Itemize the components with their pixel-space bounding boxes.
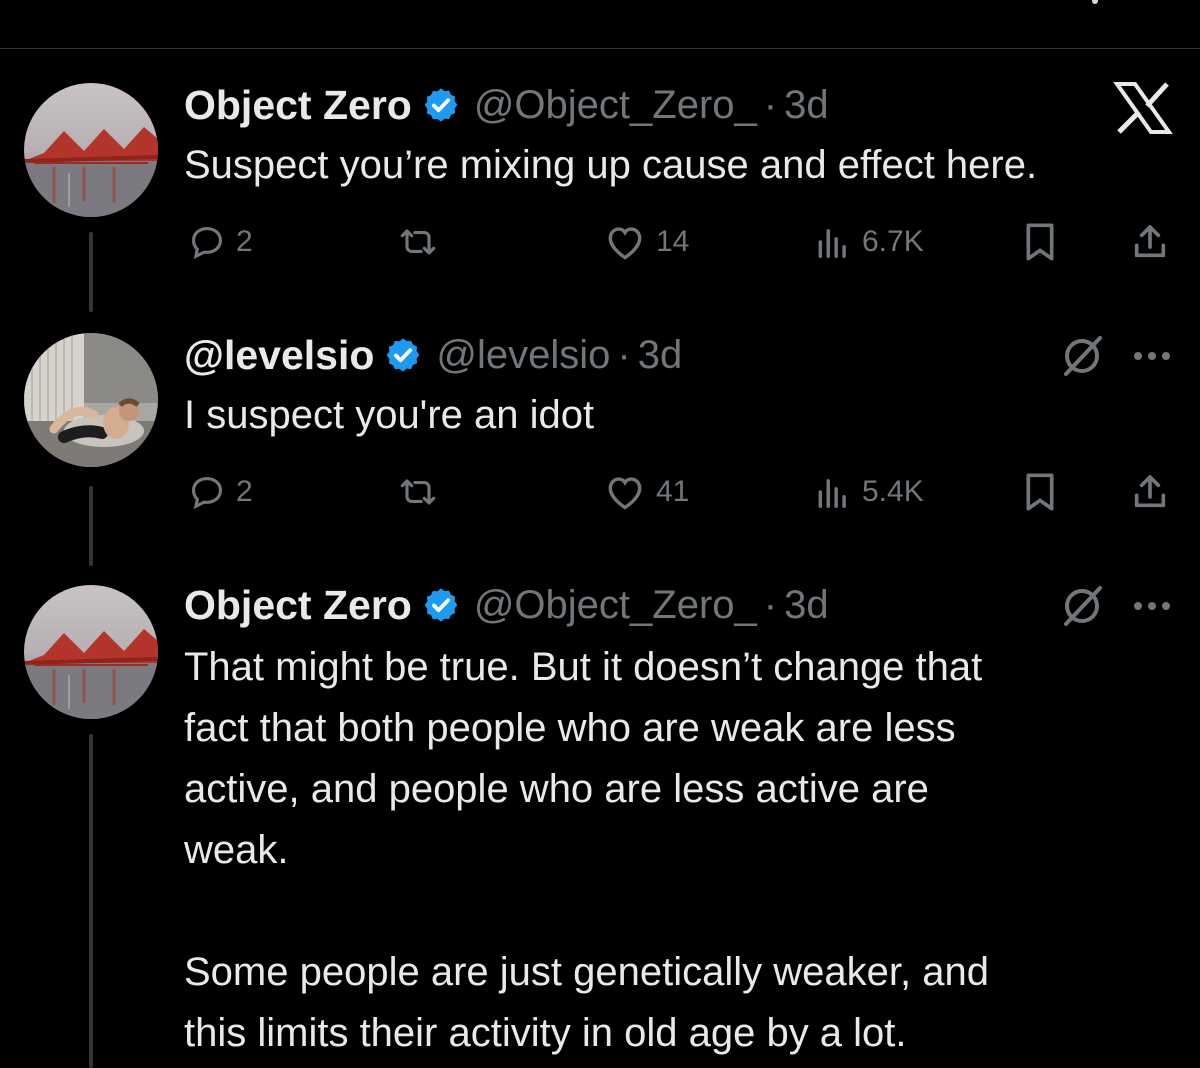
grok-icon[interactable] (1060, 334, 1104, 378)
top-edge-icon (1092, 0, 1098, 4)
verified-badge-icon (424, 88, 458, 122)
handle[interactable]: @Object_Zero_ (474, 83, 757, 128)
separator: · (763, 582, 778, 627)
verified-badge-icon (387, 338, 420, 372)
thread-connector-line (89, 734, 93, 1068)
tweet-text: That might be true. But it doesn’t chang… (184, 645, 989, 1055)
reply-icon (191, 476, 223, 510)
bookmark-button[interactable] (1022, 222, 1058, 262)
verified-badge-icon (424, 588, 458, 622)
bookmark-button[interactable] (1022, 472, 1058, 512)
bookmark-icon (1026, 473, 1054, 511)
views-chart-icon (818, 229, 846, 258)
thread-connector-line (89, 232, 93, 312)
heart-icon (608, 227, 642, 260)
tweet-actions: 2 41 5.4K (184, 472, 1184, 512)
reply-count: 2 (236, 475, 253, 508)
share-button[interactable] (1130, 222, 1170, 262)
timestamp[interactable]: 3d (784, 583, 829, 628)
display-name[interactable]: Object Zero (184, 582, 412, 629)
retweet-button[interactable] (396, 472, 440, 512)
more-options-icon[interactable] (1132, 600, 1172, 612)
like-count: 14 (656, 225, 690, 258)
retweet-icon (400, 479, 436, 505)
thread-connector-line (89, 486, 93, 566)
reply-button[interactable]: 2 (188, 472, 253, 512)
retweet-button[interactable] (396, 222, 440, 262)
separator: · (617, 332, 631, 377)
views-button[interactable]: 5.4K (814, 472, 924, 512)
person-on-couch-photo (24, 333, 158, 467)
views-chart-icon (818, 479, 846, 508)
heart-icon (608, 477, 642, 510)
like-count: 41 (656, 475, 690, 508)
avatar-object-zero[interactable] (24, 83, 158, 217)
tweet-header: @levelsio @levelsio · 3d (184, 330, 682, 380)
like-button[interactable]: 41 (604, 472, 689, 512)
avatar-levelsio[interactable] (24, 333, 158, 467)
thread-view: Object Zero @Object_Zero_ · 3d Suspect y… (0, 0, 1200, 1068)
tweet-actions: 2 14 6.7K (184, 222, 1184, 262)
tweet-text: I suspect you're an idot (184, 393, 595, 437)
share-button[interactable] (1130, 472, 1170, 512)
bridge-photo (24, 83, 158, 217)
x-logo-icon (1113, 82, 1173, 134)
view-count: 6.7K (862, 225, 924, 258)
handle[interactable]: @Object_Zero_ (474, 583, 757, 628)
timestamp[interactable]: 3d (638, 333, 683, 378)
display-name[interactable]: Object Zero (184, 82, 412, 129)
view-count: 5.4K (862, 475, 924, 508)
like-button[interactable]: 14 (604, 222, 689, 262)
views-button[interactable]: 6.7K (814, 222, 924, 262)
tweet-header: Object Zero @Object_Zero_ · 3d (184, 80, 829, 130)
handle[interactable]: @levelsio (436, 333, 610, 378)
share-icon (1134, 475, 1166, 508)
display-name[interactable]: @levelsio (184, 332, 374, 379)
bridge-photo (24, 585, 158, 719)
more-options-icon[interactable] (1132, 350, 1172, 362)
reply-icon (191, 226, 223, 260)
grok-icon[interactable] (1060, 584, 1104, 628)
tweet-header: Object Zero @Object_Zero_ · 3d (184, 580, 829, 630)
retweet-icon (400, 229, 436, 255)
top-divider (0, 48, 1200, 49)
separator: · (763, 82, 778, 127)
share-icon (1134, 225, 1166, 258)
avatar-object-zero[interactable] (24, 585, 158, 719)
reply-button[interactable]: 2 (188, 222, 253, 262)
bookmark-icon (1026, 223, 1054, 261)
reply-count: 2 (236, 225, 253, 258)
timestamp[interactable]: 3d (784, 83, 829, 128)
tweet-text: Suspect you’re mixing up cause and effec… (184, 143, 1038, 187)
